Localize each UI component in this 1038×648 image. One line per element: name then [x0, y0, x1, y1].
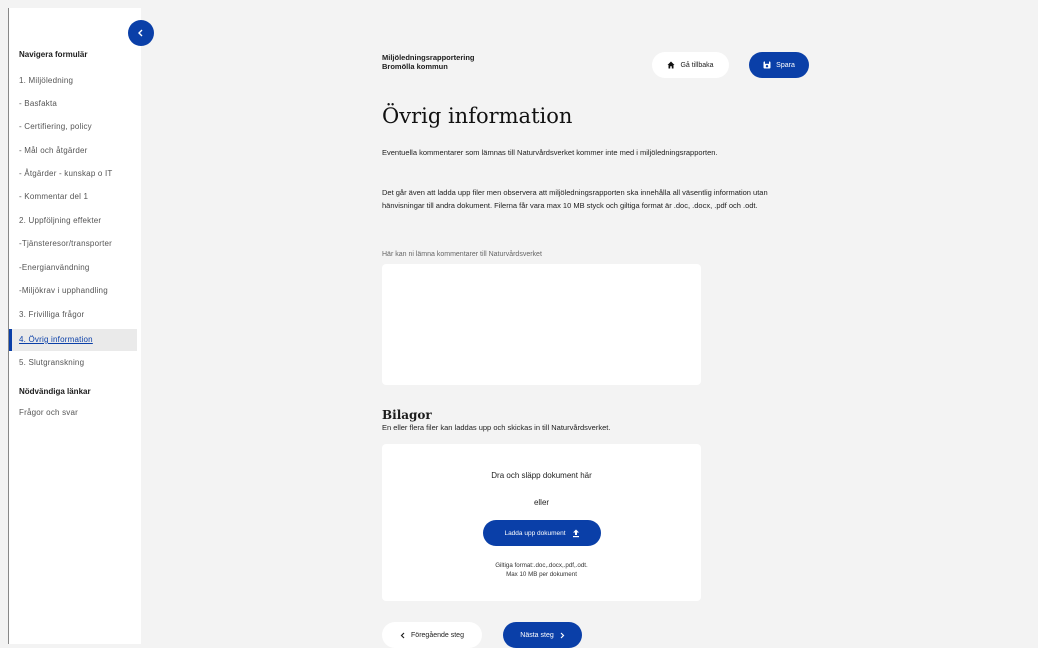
chevron-right-icon [559, 632, 565, 639]
sidebar-item-tjansteresor[interactable]: -Tjänsteresor/transporter [9, 233, 137, 255]
previous-step-label: Föregående steg [411, 631, 464, 639]
previous-step-button[interactable]: Föregående steg [382, 622, 482, 648]
sidebar-item-energi[interactable]: -Energianvändning [9, 257, 137, 279]
intro-text: Eventuella kommentarer som lämnas till N… [382, 148, 718, 157]
report-header: Miljöledningsrapportering Bromölla kommu… [382, 53, 475, 71]
sidebar-item-frivilliga[interactable]: 3. Frivilliga frågor [9, 304, 137, 326]
sidebar-item-certifiering[interactable]: - Certifiering, policy [9, 116, 137, 138]
upload-icon [572, 529, 580, 538]
link-fragor-svar[interactable]: Frågor och svar [9, 402, 137, 424]
next-step-button[interactable]: Nästa steg [503, 622, 582, 648]
save-button-label: Spara [776, 61, 795, 69]
back-button-label: Gå tillbaka [680, 61, 714, 69]
drop-text: Dra och släpp dokument här [491, 471, 592, 480]
save-button[interactable]: Spara [749, 52, 809, 78]
chevron-left-icon [400, 632, 406, 639]
attachments-title: Bilagor [382, 408, 432, 422]
file-dropzone[interactable]: Dra och släpp dokument här eller Ladda u… [382, 444, 701, 601]
main-content: Miljöledningsrapportering Bromölla kommu… [141, 8, 1038, 648]
report-name: Miljöledningsrapportering [382, 53, 475, 62]
back-button[interactable]: Gå tillbaka [652, 52, 729, 78]
sidebar: Navigera formulär 1. Miljöledning - Basf… [9, 8, 141, 644]
comment-textarea[interactable] [382, 264, 701, 385]
sidebar-item-mal-atgarder[interactable]: - Mål och åtgärder [9, 140, 137, 162]
or-text: eller [533, 498, 550, 507]
page-title: Övrig information [382, 104, 573, 128]
sidebar-item-kommentar[interactable]: - Kommentar del 1 [9, 186, 137, 208]
municipality-name: Bromölla kommun [382, 62, 448, 71]
floppy-disk-icon [763, 61, 771, 69]
next-step-label: Nästa steg [520, 631, 554, 639]
sidebar-heading: Navigera formulär [19, 50, 88, 59]
valid-formats-text: Giltiga format:.doc,.docx,.pdf,.odt. [495, 562, 588, 569]
attachments-description: En eller flera filer kan laddas upp och … [382, 423, 611, 432]
sidebar-item-miljokrav[interactable]: -Miljökrav i upphandling [9, 280, 137, 302]
files-info-text: Det går även att ladda upp filer men obs… [382, 188, 768, 210]
sidebar-item-uppfoljning[interactable]: 2. Uppföljning effekter [9, 210, 137, 232]
sidebar-item-basfakta[interactable]: - Basfakta [9, 93, 137, 115]
max-size-text: Max 10 MB per dokument [506, 571, 577, 578]
upload-button-label: Ladda upp dokument [504, 529, 566, 537]
sidebar-item-atgarder-kunskap[interactable]: - Åtgärder - kunskap o IT [9, 163, 137, 185]
sidebar-item-miljoledning[interactable]: 1. Miljöledning [9, 70, 137, 92]
upload-document-button[interactable]: Ladda upp dokument [483, 520, 601, 546]
home-icon [667, 61, 675, 69]
sidebar-item-slutgranskning[interactable]: 5. Slutgranskning [9, 352, 137, 374]
links-heading: Nödvändiga länkar [19, 387, 91, 396]
sidebar-item-ovrig-information[interactable]: 4. Övrig information [9, 329, 137, 351]
comment-field-label: Här kan ni lämna kommentarer till Naturv… [382, 251, 542, 258]
